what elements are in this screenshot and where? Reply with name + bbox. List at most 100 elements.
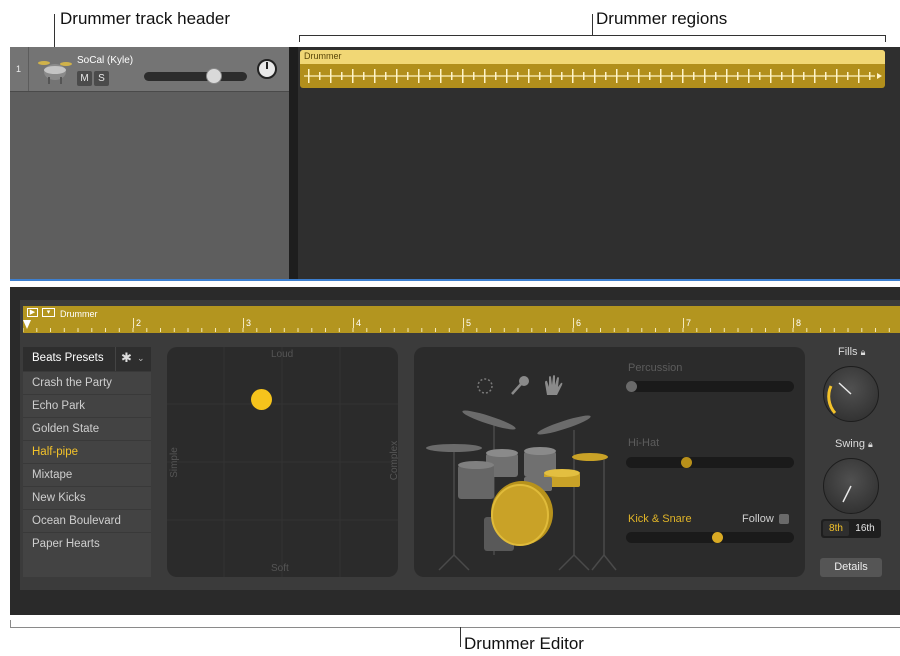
hihat-slider-knob[interactable] [680, 457, 692, 468]
percussion-slider-knob[interactable] [626, 381, 637, 392]
track-name[interactable]: SoCal (Kyle) [77, 55, 133, 66]
swing-label: Swing 🔒︎ [835, 438, 873, 450]
drum-hit-marker [440, 69, 442, 83]
drum-hit-marker [825, 72, 827, 80]
beats-presets-title: Beats Presets [32, 352, 104, 364]
ruler-bar-number: 6 [573, 318, 581, 328]
drum-hit-marker [330, 69, 332, 83]
percussion-label: Percussion [628, 362, 683, 374]
swing-knob-indicator [842, 485, 852, 503]
callout-track-header-line [54, 14, 55, 50]
swing-label-text: Swing [835, 438, 865, 450]
drum-hit-marker [715, 72, 717, 80]
ruler-bar-number: 4 [353, 318, 361, 328]
chevron-down-icon[interactable]: ⌄ [137, 353, 145, 364]
drum-hit-marker [319, 72, 321, 80]
fills-knob[interactable] [823, 366, 879, 422]
fills-label-text: Fills [838, 346, 858, 358]
swing-16th-button[interactable]: 16th [851, 521, 879, 536]
pad-label-soft: Soft [271, 563, 289, 574]
editor-ruler[interactable] [23, 306, 900, 333]
drum-hit-marker [836, 69, 838, 83]
kick-snare-label: Kick & Snare [628, 513, 692, 525]
hihat-slider[interactable] [626, 457, 794, 468]
xy-pad-puck[interactable] [251, 389, 272, 410]
drum-hit-marker [550, 69, 552, 83]
drum-hit-marker [638, 69, 640, 83]
tambourine-icon[interactable] [475, 376, 495, 396]
swing-knob[interactable] [823, 458, 879, 514]
drum-hit-marker [561, 72, 563, 80]
callout-editor-line [460, 627, 461, 647]
drummer-region-waveform [304, 69, 882, 83]
drum-hit-marker [396, 69, 398, 83]
fills-knob-arc [827, 382, 852, 414]
drummer-region-name: Drummer [304, 51, 342, 61]
drummer-track-header[interactable]: 1 SoCal (Kyle) M S [10, 47, 289, 92]
preset-item[interactable]: Mixtape [23, 463, 151, 485]
ruler-title: Drummer [60, 309, 98, 319]
ruler-bar-number: 7 [683, 318, 691, 328]
gear-icon[interactable]: ✱ [121, 350, 132, 366]
playhead-marker-icon[interactable] [23, 320, 31, 329]
ruler-bar-number: 3 [243, 318, 251, 328]
drummer-editor-icon: ▾ [42, 308, 55, 317]
preset-item[interactable]: Paper Hearts [23, 532, 151, 554]
pad-label-complex: Complex [389, 440, 398, 481]
kick-snare-slider[interactable] [626, 532, 794, 543]
lock-icon[interactable]: 🔒︎ [861, 347, 866, 357]
drum-hit-marker [539, 72, 541, 80]
drum-hit-marker [484, 69, 486, 83]
drum-hit-marker [693, 72, 695, 80]
drum-hit-marker [748, 69, 750, 83]
follow-checkbox[interactable] [779, 514, 789, 524]
drum-hit-marker [649, 72, 651, 80]
swing-resolution-toggle: 8th 16th [821, 519, 881, 538]
volume-slider[interactable] [144, 68, 247, 84]
track-list-divider[interactable] [289, 47, 298, 281]
drum-hit-marker [583, 72, 585, 80]
drum-hit-marker [594, 69, 596, 83]
drum-hit-marker [759, 72, 761, 80]
handclap-icon[interactable] [542, 373, 566, 397]
drum-hit-marker [451, 72, 453, 80]
drum-hit-marker [572, 69, 574, 83]
drum-hit-marker [407, 72, 409, 80]
preset-item[interactable]: Half-pipe [23, 440, 151, 462]
drum-hit-marker [781, 72, 783, 80]
preset-item[interactable]: Ocean Boulevard [23, 509, 151, 531]
beats-xy-pad[interactable]: Loud Soft Simple Complex [167, 347, 398, 577]
pan-knob-indicator [266, 62, 268, 69]
swing-lock-icon[interactable]: 🔒︎ [868, 439, 873, 449]
drum-hit-marker [803, 72, 805, 80]
swing-8th-button[interactable]: 8th [823, 521, 849, 536]
drum-hit-marker [770, 69, 772, 83]
pan-knob[interactable] [257, 59, 277, 79]
tracks-area-border [10, 279, 900, 281]
kick-snare-slider-knob[interactable] [712, 532, 724, 543]
mute-button[interactable]: M [77, 71, 92, 86]
preset-item[interactable]: New Kicks [23, 486, 151, 508]
drum-kit-illustration[interactable] [424, 405, 624, 575]
drummer-region[interactable]: Drummer [300, 50, 885, 88]
drum-hit-marker [528, 69, 530, 83]
drum-hit-marker [792, 69, 794, 83]
ruler-bar-number: 5 [463, 318, 471, 328]
drum-hit-marker [506, 69, 508, 83]
beats-presets-header: Beats Presets ✱ ⌄ [23, 347, 151, 371]
fills-label: Fills 🔒︎ [838, 346, 865, 358]
solo-button[interactable]: S [94, 71, 109, 86]
preset-item[interactable]: Echo Park [23, 394, 151, 416]
volume-slider-knob[interactable] [205, 68, 222, 84]
preset-item[interactable]: Crash the Party [23, 371, 151, 393]
drum-hit-marker [660, 69, 662, 83]
preset-item[interactable]: Golden State [23, 417, 151, 439]
drum-hit-marker [704, 69, 706, 83]
play-region-icon[interactable]: ▶ [27, 308, 38, 317]
pad-label-simple: Simple [168, 447, 180, 478]
drum-hit-marker [627, 72, 629, 80]
shaker-icon[interactable] [509, 374, 531, 396]
callout-track-header: Drummer track header [60, 9, 231, 28]
details-button[interactable]: Details [820, 558, 882, 577]
percussion-slider[interactable] [626, 381, 794, 392]
